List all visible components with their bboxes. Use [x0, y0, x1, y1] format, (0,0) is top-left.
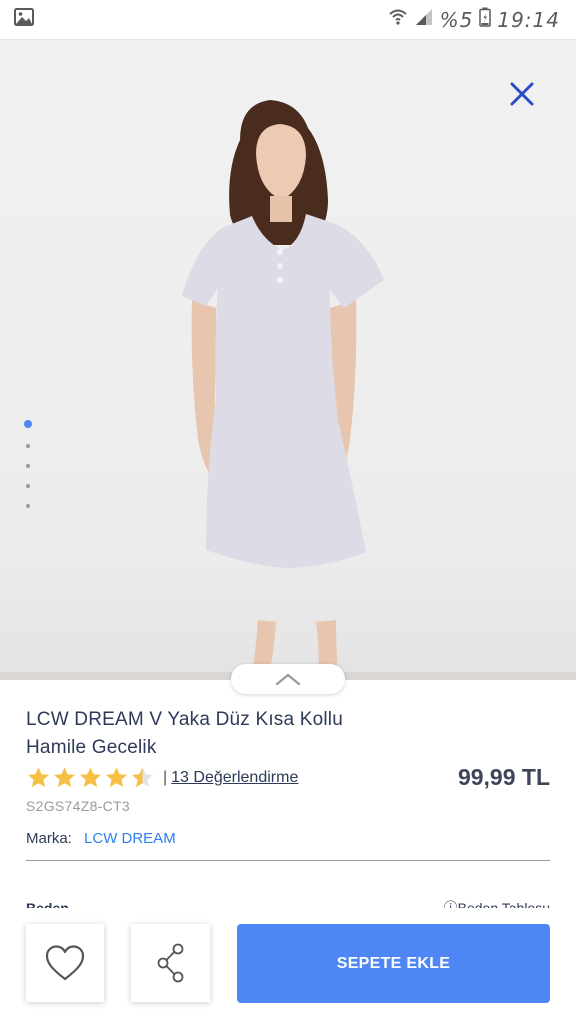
status-indicators: %5 19:14	[388, 7, 560, 32]
product-title-line-2: Hamile Gecelik	[26, 737, 157, 758]
star-icon	[80, 767, 101, 787]
product-price: 99,99 TL	[457, 764, 550, 790]
status-bar: %5 19:14	[0, 0, 576, 40]
brand-row: Marka: LCW DREAM	[26, 830, 176, 847]
product-sku: S2GS74Z8-CT3	[26, 798, 130, 814]
brand-label: Marka:	[26, 830, 72, 847]
gallery-dot-4[interactable]	[26, 484, 30, 488]
product-photo	[182, 100, 384, 675]
battery-percent: %5	[439, 7, 474, 32]
gallery-dot-3[interactable]	[26, 464, 30, 468]
close-icon	[510, 82, 534, 106]
favorite-button[interactable]	[26, 924, 104, 1002]
brand-link[interactable]: LCW DREAM	[84, 830, 176, 847]
heart-icon	[45, 945, 85, 981]
rating-stars	[26, 766, 155, 790]
chevron-up-icon	[275, 673, 301, 686]
share-button[interactable]	[131, 924, 210, 1002]
star-icon	[106, 767, 127, 787]
gallery-dot-1[interactable]	[24, 420, 32, 428]
expand-details-handle[interactable]	[231, 664, 345, 694]
divider	[26, 860, 550, 861]
star-icon	[54, 767, 75, 787]
bottom-action-bar: SEPETE EKLE	[0, 908, 576, 1024]
star-icon	[28, 767, 49, 787]
reviews-link[interactable]: 13 Değerlendirme	[171, 769, 298, 787]
reviews-separator: |	[163, 769, 168, 786]
add-to-cart-button[interactable]: SEPETE EKLE	[237, 924, 550, 1003]
gallery-dot-5[interactable]	[26, 504, 30, 508]
size-section-label: Beden	[26, 900, 69, 908]
share-icon	[157, 943, 183, 983]
gallery-pagination	[22, 420, 34, 508]
close-button[interactable]	[506, 78, 538, 110]
battery-icon	[479, 7, 492, 32]
product-title: LCW DREAM V Yaka Düz Kısa Kollu Hamile G…	[26, 706, 406, 762]
image-icon	[14, 8, 34, 31]
signal-icon	[414, 7, 434, 32]
clock: 19:14	[497, 7, 560, 32]
size-chart-link[interactable]: ⓘBeden Tablosu	[444, 898, 550, 908]
half-star-icon	[132, 767, 153, 787]
product-image-gallery[interactable]	[0, 40, 576, 680]
product-title-line-1: LCW DREAM V Yaka Düz Kısa Kollu	[26, 709, 343, 730]
wifi-icon	[388, 7, 408, 32]
rating-row: | 13 Değerlendirme	[26, 766, 298, 790]
gallery-dot-2[interactable]	[26, 444, 30, 448]
